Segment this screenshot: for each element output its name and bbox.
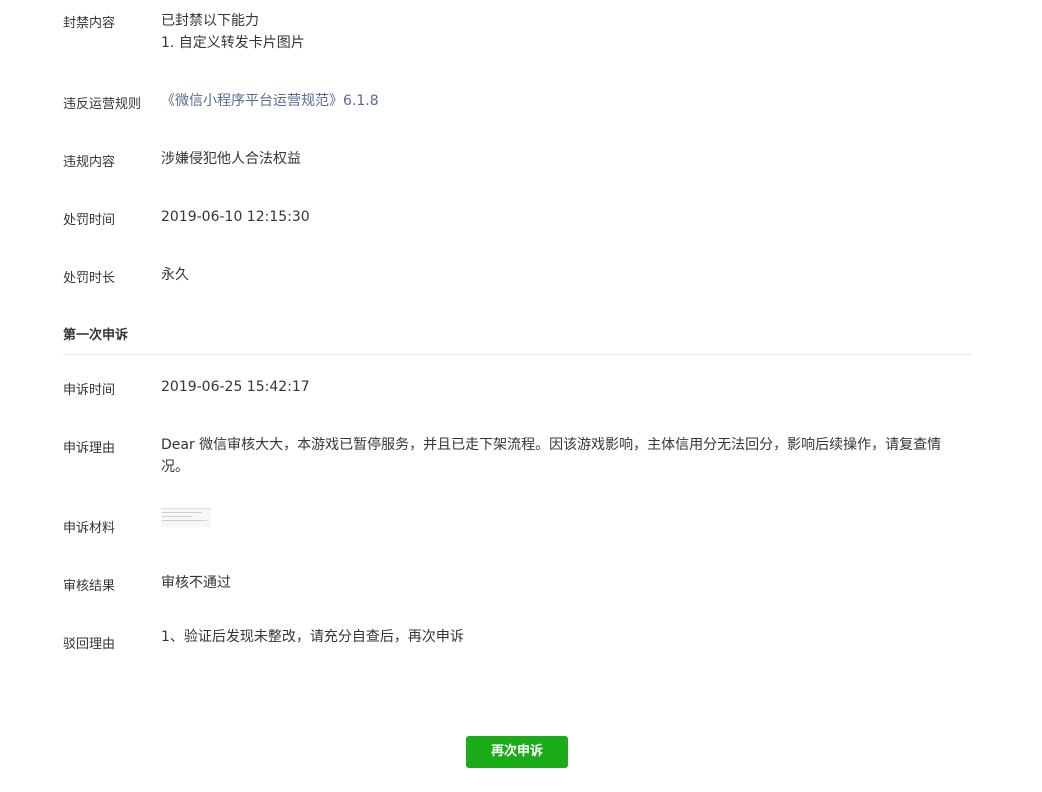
ban-rule-link[interactable]: 《微信小程序平台运营规范》6.1.8 (161, 90, 951, 112)
reappeal-button[interactable]: 再次申诉 (466, 736, 568, 768)
thumbnail-line (162, 512, 202, 513)
violation-label: 违规内容 (63, 155, 116, 170)
ban-rule-label: 违反运营规则 (63, 97, 142, 112)
violation-value: 涉嫌侵犯他人合法权益 (161, 151, 301, 167)
appeal-reason-value: Dear 微信审核大大，本游戏已暂停服务，并且已走下架流程。因该游戏影响，主体信… (161, 437, 942, 475)
ban-content-line2: 1. 自定义转发卡片图片 (161, 35, 305, 51)
review-result-value: 审核不通过 (161, 575, 231, 591)
thumbnail-line (162, 516, 192, 517)
ban-content-label: 封禁内容 (63, 16, 116, 31)
section-divider (63, 354, 971, 355)
appeal-section-title: 第一次申诉 (63, 328, 129, 343)
appeal-time-label: 申诉时间 (63, 383, 116, 398)
appeal-reason-label: 申诉理由 (63, 441, 116, 456)
review-result-label: 审核结果 (63, 579, 116, 594)
appeal-material-thumbnail[interactable] (161, 508, 211, 527)
reject-reason-label: 驳回理由 (63, 637, 116, 652)
appeal-material-label: 申诉材料 (63, 521, 116, 536)
penalty-time-value: 2019-06-10 12:15:30 (161, 209, 310, 225)
reject-reason-value: 1、验证后发现未整改，请充分自查后，再次申诉 (161, 629, 464, 645)
thumbnail-line (162, 520, 207, 521)
appeal-time-value: 2019-06-25 15:42:17 (161, 379, 310, 395)
ban-content-line1: 已封禁以下能力 (161, 13, 259, 29)
penalty-time-label: 处罚时间 (63, 213, 116, 228)
penalty-duration-label: 处罚时长 (63, 271, 116, 286)
penalty-duration-value: 永久 (161, 267, 189, 283)
